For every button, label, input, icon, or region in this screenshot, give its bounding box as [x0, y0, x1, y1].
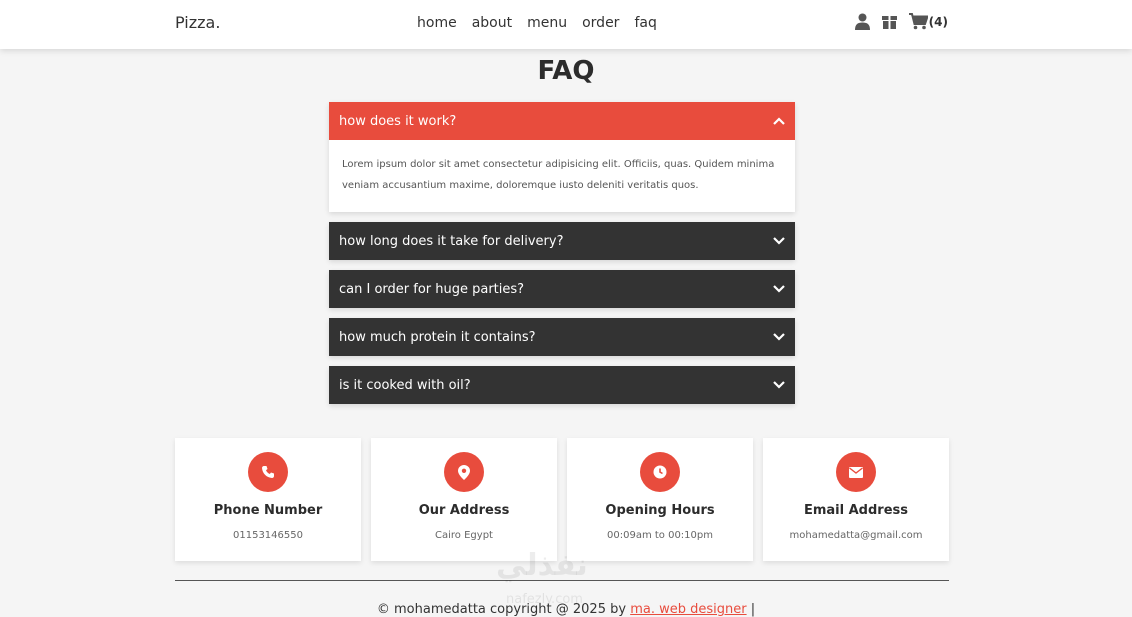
- envelope-icon: [836, 452, 876, 492]
- chevron-down-icon: [773, 234, 785, 249]
- main-nav: home about menu order faq: [417, 15, 672, 31]
- info-card-address: Our Address Cairo Egypt: [371, 438, 557, 561]
- box-icon[interactable]: [881, 14, 897, 29]
- card-value: 00:09am to 00:10pm: [607, 530, 713, 541]
- chevron-down-icon: [773, 282, 785, 297]
- card-title: Phone Number: [213, 503, 323, 518]
- faq-question-text: how much protein it contains?: [339, 329, 536, 345]
- faq-question-5[interactable]: is it cooked with oil?: [329, 366, 795, 404]
- header-icons: (4): [854, 13, 948, 30]
- footer-copyright: © mohamedatta copyright @ 2025 by: [376, 602, 627, 617]
- card-title: Our Address: [418, 503, 510, 518]
- faq-question-text: how does it work?: [339, 113, 457, 129]
- nav-home[interactable]: home: [417, 15, 457, 31]
- faq-item: how long does it take for delivery?: [329, 222, 795, 260]
- card-value: Cairo Egypt: [435, 530, 493, 541]
- card-value: mohamedatta@gmail.com: [789, 530, 923, 541]
- nav-faq[interactable]: faq: [634, 15, 656, 31]
- faq-question-4[interactable]: how much protein it contains?: [329, 318, 795, 356]
- page-title: FAQ: [537, 56, 595, 86]
- nav-about[interactable]: about: [472, 15, 512, 31]
- faq-question-text: is it cooked with oil?: [339, 377, 471, 393]
- chevron-down-icon: [773, 330, 785, 345]
- faq-question-text: how long does it take for delivery?: [339, 233, 564, 249]
- faq-question-2[interactable]: how long does it take for delivery?: [329, 222, 795, 260]
- faq-question-1[interactable]: how does it work?: [329, 102, 795, 140]
- card-value: 01153146550: [233, 530, 303, 541]
- phone-icon: [248, 452, 288, 492]
- location-pin-icon: [444, 452, 484, 492]
- chevron-up-icon: [773, 114, 785, 129]
- faq-item: how much protein it contains?: [329, 318, 795, 356]
- faq-answer: Lorem ipsum dolor sit amet consectetur a…: [329, 140, 795, 212]
- site-header: Pizza. home about menu order faq (4): [0, 0, 1132, 49]
- info-card-email: Email Address mohamedatta@gmail.com: [763, 438, 949, 561]
- nav-order[interactable]: order: [582, 15, 619, 31]
- faq-item: can I order for huge parties?: [329, 270, 795, 308]
- user-icon[interactable]: [854, 13, 870, 30]
- faq-question-3[interactable]: can I order for huge parties?: [329, 270, 795, 308]
- logo[interactable]: Pizza.: [175, 13, 220, 32]
- cart-button[interactable]: (4): [908, 13, 948, 30]
- clock-icon: [640, 452, 680, 492]
- card-title: Email Address: [803, 503, 908, 518]
- footer-credit: © mohamedatta copyright @ 2025 by ma. we…: [0, 602, 1132, 617]
- footer-suffix: |: [750, 602, 756, 617]
- cart-icon: [908, 13, 928, 30]
- faq-question-text: can I order for huge parties?: [339, 281, 525, 297]
- cart-count: (4): [928, 14, 948, 29]
- info-card-phone: Phone Number 01153146550: [175, 438, 361, 561]
- chevron-down-icon: [773, 378, 785, 393]
- nav-menu[interactable]: menu: [527, 15, 567, 31]
- card-title: Opening Hours: [605, 503, 715, 518]
- footer-divider: [175, 580, 949, 581]
- info-cards: Phone Number 01153146550 Our Address Cai…: [175, 438, 949, 561]
- faq-item: is it cooked with oil?: [329, 366, 795, 404]
- designer-link[interactable]: ma. web designer: [630, 602, 746, 617]
- info-card-hours: Opening Hours 00:09am to 00:10pm: [567, 438, 753, 561]
- faq-accordion: how does it work? Lorem ipsum dolor sit …: [329, 102, 795, 414]
- faq-item: how does it work? Lorem ipsum dolor sit …: [329, 102, 795, 212]
